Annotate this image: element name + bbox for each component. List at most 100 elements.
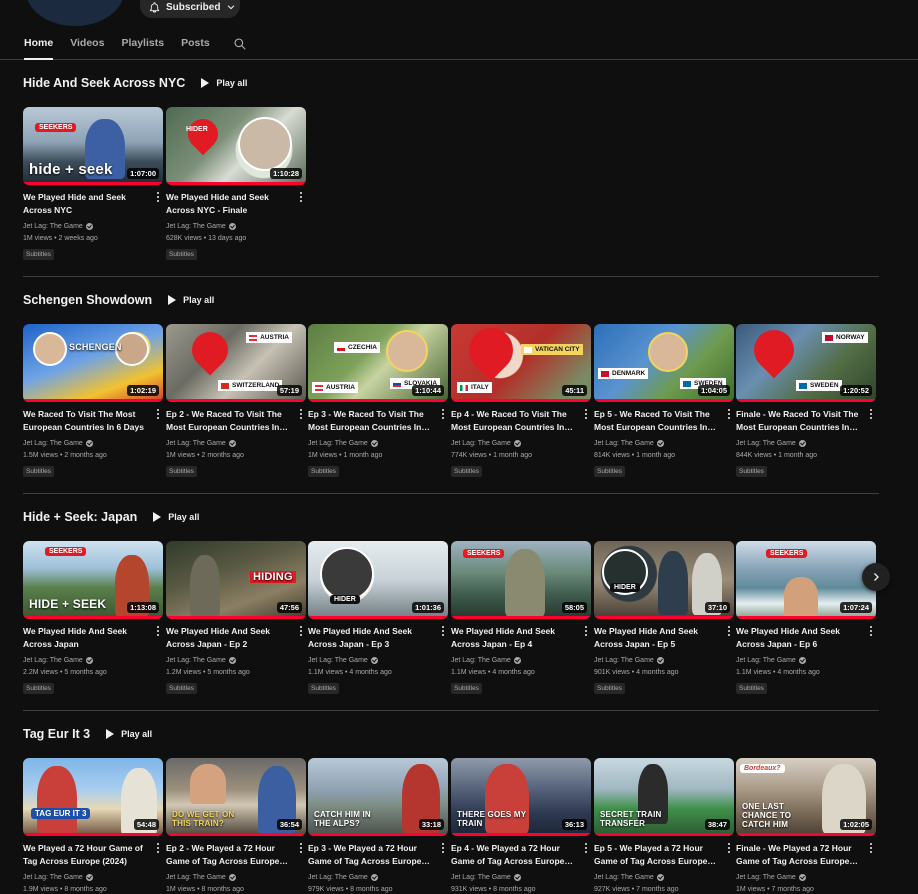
tab-playlists[interactable]: Playlists bbox=[121, 37, 164, 59]
video-card[interactable]: CATCH HIM IN THE ALPS? 33:18 Ep 3 - We P… bbox=[308, 758, 448, 893]
video-card[interactable]: AUSTRIA SWITZERLAND 57:19 Ep 2 - We Race… bbox=[166, 324, 306, 477]
channel-name[interactable]: Jet Lag: The Game bbox=[166, 657, 236, 664]
more-options-icon[interactable] bbox=[581, 625, 591, 637]
more-options-icon[interactable] bbox=[296, 408, 306, 420]
video-card[interactable]: THERE GOES MY TRAIN 36:13 Ep 4 - We Play… bbox=[451, 758, 591, 893]
video-thumbnail[interactable]: SCHENGEN 1:02:19 bbox=[23, 324, 163, 402]
video-card[interactable]: SCHENGEN 1:02:19 We Raced To Visit The M… bbox=[23, 324, 163, 477]
more-options-icon[interactable] bbox=[296, 625, 306, 637]
video-card[interactable]: Bordeaux? ONE LAST CHANCE TO CATCH HIM 1… bbox=[736, 758, 876, 893]
video-thumbnail[interactable]: SEEKERS 58:05 bbox=[451, 541, 591, 619]
video-title[interactable]: Ep 2 - We Played a 72 Hour Game of Tag A… bbox=[166, 842, 290, 868]
video-thumbnail[interactable]: SEEKERS 1:07:24 bbox=[736, 541, 876, 619]
channel-name[interactable]: Jet Lag: The Game bbox=[736, 657, 806, 664]
more-options-icon[interactable] bbox=[724, 408, 734, 420]
video-thumbnail[interactable]: CATCH HIM IN THE ALPS? 33:18 bbox=[308, 758, 448, 836]
video-card[interactable]: NORWAY SWEDEN 1:20:52 Finale - We Raced … bbox=[736, 324, 876, 477]
video-thumbnail[interactable]: VATICAN CITY ITALY 45:11 bbox=[451, 324, 591, 402]
more-options-icon[interactable] bbox=[438, 408, 448, 420]
channel-name[interactable]: Jet Lag: The Game bbox=[451, 440, 521, 447]
video-title[interactable]: Ep 3 - We Raced To Visit The Most Europe… bbox=[308, 408, 432, 434]
video-title[interactable]: We Played Hide And Seek Across Japan - E… bbox=[166, 625, 290, 651]
channel-avatar[interactable] bbox=[26, 0, 124, 26]
more-options-icon[interactable] bbox=[153, 842, 163, 854]
video-thumbnail[interactable]: TAG EUR IT 3 54:48 bbox=[23, 758, 163, 836]
tab-posts[interactable]: Posts bbox=[181, 37, 210, 59]
search-icon[interactable] bbox=[233, 37, 247, 51]
channel-name[interactable]: Jet Lag: The Game bbox=[594, 657, 664, 664]
video-card[interactable]: TAG EUR IT 3 54:48 We Played a 72 Hour G… bbox=[23, 758, 163, 893]
subscribed-button[interactable]: Subscribed bbox=[140, 0, 240, 18]
channel-name[interactable]: Jet Lag: The Game bbox=[308, 657, 378, 664]
video-thumbnail[interactable]: HIDER 37:10 bbox=[594, 541, 734, 619]
video-title[interactable]: Ep 5 - We Raced To Visit The Most Europe… bbox=[594, 408, 718, 434]
tab-home[interactable]: Home bbox=[24, 37, 54, 60]
video-thumbnail[interactable]: NORWAY SWEDEN 1:20:52 bbox=[736, 324, 876, 402]
play-all-button[interactable]: Play all bbox=[168, 295, 214, 305]
video-title[interactable]: We Played Hide And Seek Across Japan - E… bbox=[308, 625, 432, 651]
channel-name[interactable]: Jet Lag: The Game bbox=[736, 874, 806, 881]
video-thumbnail[interactable]: SEEKERS HIDE + SEEK 1:13:08 bbox=[23, 541, 163, 619]
more-options-icon[interactable] bbox=[153, 625, 163, 637]
video-card[interactable]: SEEKERS 58:05 We Played Hide And Seek Ac… bbox=[451, 541, 591, 694]
channel-name[interactable]: Jet Lag: The Game bbox=[736, 440, 806, 447]
video-thumbnail[interactable]: HIDING 47:56 bbox=[166, 541, 306, 619]
video-title[interactable]: Finale - We Played a 72 Hour Game of Tag… bbox=[736, 842, 860, 868]
video-title[interactable]: We Played Hide and Seek Across NYC - Fin… bbox=[166, 191, 290, 217]
more-options-icon[interactable] bbox=[581, 408, 591, 420]
video-thumbnail[interactable]: DO WE GET ON THIS TRAIN? 36:54 bbox=[166, 758, 306, 836]
video-thumbnail[interactable]: AUSTRIA SWITZERLAND 57:19 bbox=[166, 324, 306, 402]
more-options-icon[interactable] bbox=[153, 191, 163, 203]
channel-name[interactable]: Jet Lag: The Game bbox=[594, 440, 664, 447]
video-title[interactable]: We Played Hide And Seek Across Japan - E… bbox=[451, 625, 575, 651]
video-title[interactable]: We Played Hide and Seek Across NYC bbox=[23, 191, 147, 217]
video-title[interactable]: Ep 4 - We Raced To Visit The Most Europe… bbox=[451, 408, 575, 434]
channel-name[interactable]: Jet Lag: The Game bbox=[166, 440, 236, 447]
video-thumbnail[interactable]: CZECHIA AUSTRIA SLOVAKIA 1:10:44 bbox=[308, 324, 448, 402]
video-title[interactable]: Ep 4 - We Played a 72 Hour Game of Tag A… bbox=[451, 842, 575, 868]
channel-name[interactable]: Jet Lag: The Game bbox=[594, 874, 664, 881]
video-title[interactable]: Ep 5 - We Played a 72 Hour Game of Tag A… bbox=[594, 842, 718, 868]
video-title[interactable]: We Played Hide And Seek Across Japan - E… bbox=[736, 625, 860, 651]
channel-name[interactable]: Jet Lag: The Game bbox=[23, 440, 93, 447]
video-title[interactable]: Ep 2 - We Raced To Visit The Most Europe… bbox=[166, 408, 290, 434]
video-thumbnail[interactable]: DENMARK SWEDEN 1:04:05 bbox=[594, 324, 734, 402]
more-options-icon[interactable] bbox=[866, 842, 876, 854]
video-thumbnail[interactable]: HIDER 1:01:36 bbox=[308, 541, 448, 619]
channel-name[interactable]: Jet Lag: The Game bbox=[23, 657, 93, 664]
channel-name[interactable]: Jet Lag: The Game bbox=[308, 874, 378, 881]
more-options-icon[interactable] bbox=[438, 842, 448, 854]
video-title[interactable]: Ep 3 - We Played a 72 Hour Game of Tag A… bbox=[308, 842, 432, 868]
play-all-button[interactable]: Play all bbox=[153, 512, 199, 522]
more-options-icon[interactable] bbox=[438, 625, 448, 637]
video-title[interactable]: We Played Hide And Seek Across Japan bbox=[23, 625, 147, 651]
channel-name[interactable]: Jet Lag: The Game bbox=[308, 440, 378, 447]
more-options-icon[interactable] bbox=[581, 842, 591, 854]
video-card[interactable]: SECRET TRAIN TRANSFER 38:47 Ep 5 - We Pl… bbox=[594, 758, 734, 893]
channel-name[interactable]: Jet Lag: The Game bbox=[451, 657, 521, 664]
more-options-icon[interactable] bbox=[296, 842, 306, 854]
channel-name[interactable]: Jet Lag: The Game bbox=[23, 874, 93, 881]
channel-name[interactable]: Jet Lag: The Game bbox=[23, 223, 93, 230]
video-card[interactable]: DENMARK SWEDEN 1:04:05 Ep 5 - We Raced T… bbox=[594, 324, 734, 477]
more-options-icon[interactable] bbox=[866, 408, 876, 420]
video-card[interactable]: HIDING 47:56 We Played Hide And Seek Acr… bbox=[166, 541, 306, 694]
video-card[interactable]: HIDER 1:10:28 We Played Hide and Seek Ac… bbox=[166, 107, 306, 260]
video-card[interactable]: DO WE GET ON THIS TRAIN? 36:54 Ep 2 - We… bbox=[166, 758, 306, 893]
shelf-next-button[interactable] bbox=[862, 563, 890, 591]
video-card[interactable]: VATICAN CITY ITALY 45:11 Ep 4 - We Raced… bbox=[451, 324, 591, 477]
video-card[interactable]: SEEKERS hide + seek 1:07:00 We Played Hi… bbox=[23, 107, 163, 260]
video-thumbnail[interactable]: HIDER 1:10:28 bbox=[166, 107, 306, 185]
more-options-icon[interactable] bbox=[296, 191, 306, 203]
more-options-icon[interactable] bbox=[724, 625, 734, 637]
video-thumbnail[interactable]: SEEKERS hide + seek 1:07:00 bbox=[23, 107, 163, 185]
more-options-icon[interactable] bbox=[153, 408, 163, 420]
play-all-button[interactable]: Play all bbox=[106, 729, 152, 739]
video-card[interactable]: SEEKERS HIDE + SEEK 1:13:08 We Played Hi… bbox=[23, 541, 163, 694]
video-card[interactable]: SEEKERS 1:07:24 We Played Hide And Seek … bbox=[736, 541, 876, 694]
more-options-icon[interactable] bbox=[724, 842, 734, 854]
video-title[interactable]: We Raced To Visit The Most European Coun… bbox=[23, 408, 147, 434]
channel-name[interactable]: Jet Lag: The Game bbox=[451, 874, 521, 881]
more-options-icon[interactable] bbox=[866, 625, 876, 637]
video-thumbnail[interactable]: THERE GOES MY TRAIN 36:13 bbox=[451, 758, 591, 836]
